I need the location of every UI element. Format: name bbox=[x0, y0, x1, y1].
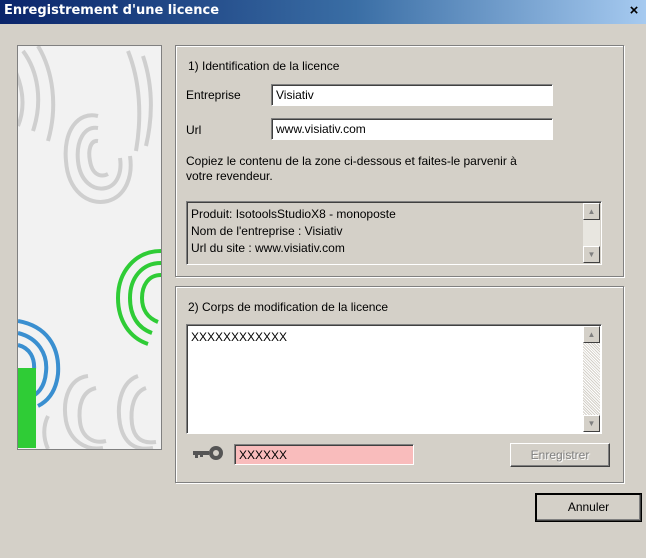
company-field[interactable]: Visiativ bbox=[271, 84, 553, 106]
section1-title: 1) Identification de la licence bbox=[188, 59, 340, 73]
info-company-line: Nom de l'entreprise : Visiativ bbox=[191, 224, 343, 238]
license-body-field[interactable]: XXXXXXXXXXXX ▲ ▼ bbox=[186, 324, 602, 434]
section2-title: 2) Corps de modification de la licence bbox=[188, 300, 389, 314]
company-label: Entreprise bbox=[186, 88, 241, 102]
accent-bar bbox=[18, 368, 36, 448]
cancel-button[interactable]: Annuler bbox=[535, 493, 642, 522]
instructions-line1: Copiez le contenu de la zone ci-dessous … bbox=[186, 154, 517, 168]
license-info-text: Produit: IsotoolsStudioX8 - monoposte No… bbox=[191, 206, 396, 257]
license-identification-group: 1) Identification de la licence Entrepri… bbox=[175, 45, 624, 277]
info-scrollbar[interactable]: ▲ ▼ bbox=[583, 203, 600, 263]
info-product-line: Produit: IsotoolsStudioX8 - monoposte bbox=[191, 207, 396, 221]
scroll-up-icon[interactable]: ▲ bbox=[583, 326, 600, 343]
license-body-group: 2) Corps de modification de la licence X… bbox=[175, 286, 624, 483]
body-scrollbar[interactable]: ▲ ▼ bbox=[583, 326, 600, 432]
fingerprint-artwork bbox=[18, 46, 161, 449]
scroll-up-icon[interactable]: ▲ bbox=[583, 203, 600, 220]
key-icon bbox=[192, 445, 226, 461]
window-title: Enregistrement d'une licence bbox=[4, 3, 220, 18]
close-icon[interactable]: × bbox=[625, 2, 643, 20]
license-info-box[interactable]: Produit: IsotoolsStudioX8 - monoposte No… bbox=[186, 201, 602, 265]
license-body-text: XXXXXXXXXXXX bbox=[191, 330, 288, 344]
scroll-down-icon[interactable]: ▼ bbox=[583, 246, 600, 263]
register-button[interactable]: Enregistrer bbox=[510, 443, 610, 467]
fingerprint-illustration bbox=[17, 45, 162, 450]
url-field[interactable]: www.visiativ.com bbox=[271, 118, 553, 140]
key-field[interactable]: XXXXXX bbox=[234, 444, 414, 465]
title-bar: Enregistrement d'une licence × bbox=[0, 0, 646, 24]
info-url-line: Url du site : www.visiativ.com bbox=[191, 241, 345, 255]
scroll-down-icon[interactable]: ▼ bbox=[583, 415, 600, 432]
instructions-line2: votre revendeur. bbox=[186, 169, 273, 183]
url-label: Url bbox=[186, 123, 202, 137]
